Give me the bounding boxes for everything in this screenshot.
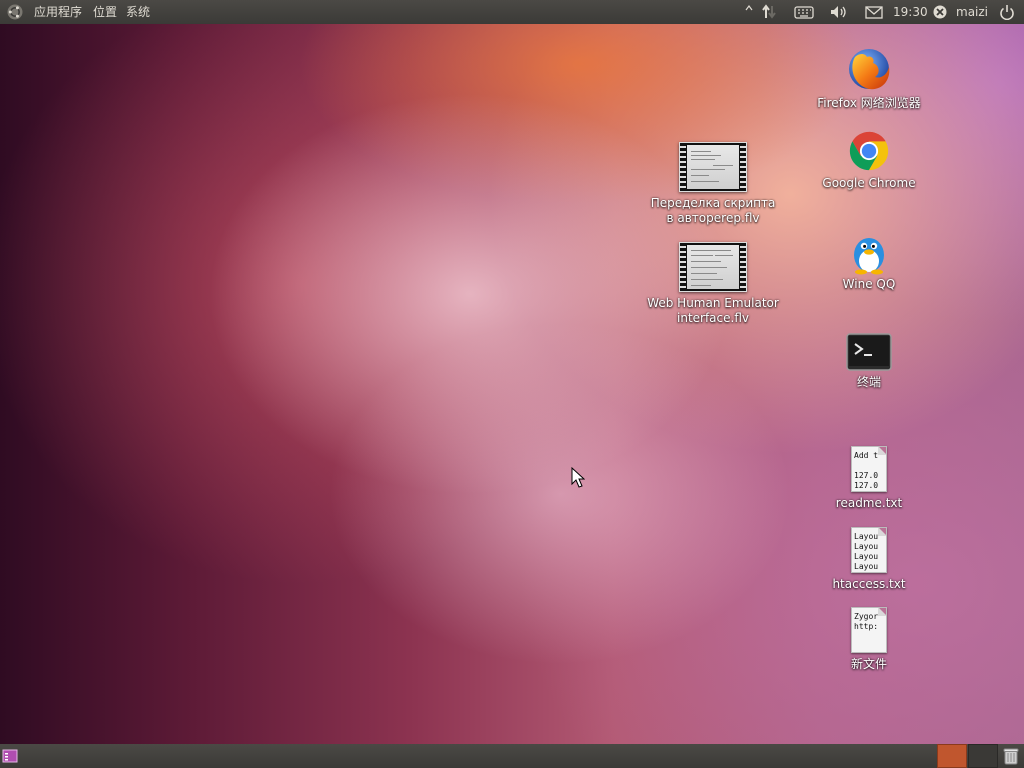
show-desktop-icon[interactable] <box>2 748 18 764</box>
network-updown-icon[interactable] <box>760 0 776 24</box>
network-arrow-icon[interactable] <box>744 0 754 24</box>
ubuntu-logo-icon[interactable] <box>6 3 24 21</box>
menu-places[interactable]: 位置 <box>89 0 121 24</box>
desktop-icon-label: Web Human Emulator interface.flv <box>647 296 779 325</box>
keyboard-icon[interactable] <box>794 0 814 24</box>
video-thumbnail-icon <box>679 142 747 192</box>
desktop-icon-label: 终端 <box>856 375 881 389</box>
desktop-icon-label: 新文件 <box>850 657 887 671</box>
desktop-icon-google-chrome[interactable]: Google Chrome <box>809 128 929 191</box>
desktop-icon-terminal[interactable]: 终端 <box>809 333 929 390</box>
desktop-icon-readme-txt[interactable]: Add t 127.0 127.0 readme.txt <box>809 446 929 511</box>
desktop-icon-video-web-human-emulator[interactable]: Web Human Emulator interface.flv <box>646 242 780 326</box>
volume-icon[interactable] <box>829 0 849 24</box>
user-name[interactable]: maizi <box>956 0 988 24</box>
terminal-icon <box>846 333 892 371</box>
desktop-icon-firefox[interactable]: Firefox 网络浏览器 <box>809 44 929 111</box>
desktop-icon-wine-qq[interactable]: Wine QQ <box>809 229 929 292</box>
desktop-icon-htaccess-txt[interactable]: Layou Layou Layou Layou htaccess.txt <box>809 527 929 592</box>
text-file-icon: Layou Layou Layou Layou <box>851 527 887 573</box>
bottom-panel <box>0 744 1024 768</box>
workspace-1[interactable] <box>937 744 967 768</box>
menu-system[interactable]: 系统 <box>122 0 154 24</box>
clock[interactable]: 19:30 <box>893 0 928 24</box>
trash-icon[interactable] <box>1001 746 1021 766</box>
menu-applications[interactable]: 应用程序 <box>30 0 86 24</box>
desktop-icon-label: Wine QQ <box>842 277 896 291</box>
chrome-icon <box>849 131 889 171</box>
desktop-icon-label: Google Chrome <box>822 176 916 190</box>
workspace-2[interactable] <box>968 744 998 768</box>
desktop-icon-new-file[interactable]: Zygor http: 新文件 <box>809 607 929 672</box>
desktop-icon-label: Firefox 网络浏览器 <box>817 96 921 110</box>
text-file-icon: Zygor http: <box>851 607 887 653</box>
desktop-icon-label: htaccess.txt <box>832 577 906 591</box>
file-preview: Zygor http: <box>854 612 879 631</box>
mail-icon[interactable] <box>864 0 884 24</box>
user-status-icon[interactable] <box>932 0 948 24</box>
text-file-icon: Add t 127.0 127.0 <box>851 446 887 492</box>
desktop-icon-label: readme.txt <box>835 496 903 510</box>
desktop-icon-video-script-remake[interactable]: Переделка скрипта в автореrер.flv <box>646 142 780 226</box>
power-icon[interactable] <box>998 0 1016 24</box>
firefox-icon <box>849 49 890 90</box>
qq-penguin-icon <box>854 238 884 275</box>
file-preview: Layou Layou Layou Layou <box>854 532 879 571</box>
mouse-cursor-icon <box>571 467 585 488</box>
video-thumbnail-icon <box>679 242 747 292</box>
top-panel: 应用程序 位置 系统 19:30 maizi <box>0 0 1024 24</box>
desktop-icon-label: Переделка скрипта в автореrер.flv <box>650 196 776 225</box>
file-preview: Add t 127.0 127.0 <box>854 451 879 490</box>
